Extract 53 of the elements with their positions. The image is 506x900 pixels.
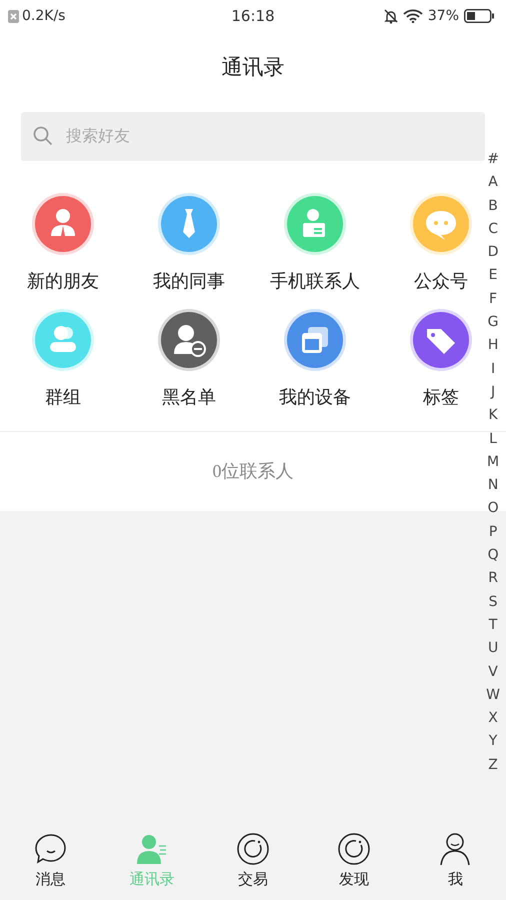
index-letter[interactable]: Z	[488, 754, 498, 778]
index-letter[interactable]: V	[488, 660, 498, 684]
index-letter[interactable]: #	[487, 148, 499, 172]
index-letter[interactable]: C	[488, 218, 498, 242]
index-letter[interactable]: B	[488, 194, 498, 218]
index-letter[interactable]: K	[488, 404, 498, 428]
ring-icon	[236, 832, 270, 866]
index-letter[interactable]: P	[488, 520, 498, 544]
shortcut-label[interactable]: 我的设备	[279, 385, 351, 409]
tab-item[interactable]: 我	[404, 820, 506, 900]
shortcut-label[interactable]: 标签	[423, 385, 459, 409]
tab-item[interactable]: 发现	[304, 820, 405, 900]
index-letter[interactable]: E	[488, 264, 498, 288]
index-letter[interactable]: H	[488, 334, 498, 358]
shortcut-label[interactable]: 公众号	[414, 269, 468, 293]
page-title: 通讯录	[220, 54, 286, 81]
index-letter[interactable]: A	[488, 171, 498, 195]
shortcut-label[interactable]: 黑名单	[162, 385, 216, 409]
index-letter[interactable]: J	[491, 380, 496, 404]
shortcut-label[interactable]: 手机联系人	[270, 269, 360, 293]
index-letter[interactable]: L	[489, 428, 497, 451]
shortcut-label[interactable]: 新的朋友	[27, 269, 99, 293]
shortcut-label[interactable]: 我的同事	[153, 269, 225, 293]
index-letter[interactable]: N	[488, 474, 498, 498]
index-letter[interactable]: U	[488, 637, 498, 661]
search-icon	[33, 126, 53, 146]
index-letter[interactable]: X	[488, 707, 498, 730]
index-letter[interactable]: R	[488, 567, 498, 591]
battery-icon	[464, 9, 494, 23]
tab-item[interactable]: 消息	[0, 820, 102, 900]
index-letter[interactable]: M	[487, 450, 500, 474]
index-letter[interactable]: I	[491, 358, 496, 381]
shortcut-label[interactable]: 群组	[45, 385, 81, 409]
battery-percent: 37%	[428, 8, 459, 24]
index-letter[interactable]: S	[488, 590, 498, 614]
index-letter[interactable]: Q	[488, 544, 499, 568]
index-letter[interactable]: O	[488, 497, 499, 521]
wifi-icon	[402, 9, 423, 23]
bell-off-icon	[384, 8, 398, 24]
chat-bubble-icon	[34, 832, 68, 866]
index-letter[interactable]: Y	[488, 730, 498, 754]
search-field[interactable]: 搜索好友	[21, 112, 485, 161]
index-letter[interactable]: G	[488, 311, 498, 334]
index-letter[interactable]: F	[489, 288, 498, 312]
ring-icon	[337, 832, 372, 866]
network-speed: 0.2K/s	[22, 8, 66, 24]
clock: 16:18	[231, 7, 275, 25]
index-letter[interactable]: T	[488, 614, 498, 638]
tab-item[interactable]: 交易	[202, 820, 304, 900]
index-letter[interactable]: W	[486, 684, 500, 708]
index-letter[interactable]: D	[488, 241, 498, 264]
person-icon	[438, 832, 472, 866]
data-off-icon	[8, 10, 19, 22]
